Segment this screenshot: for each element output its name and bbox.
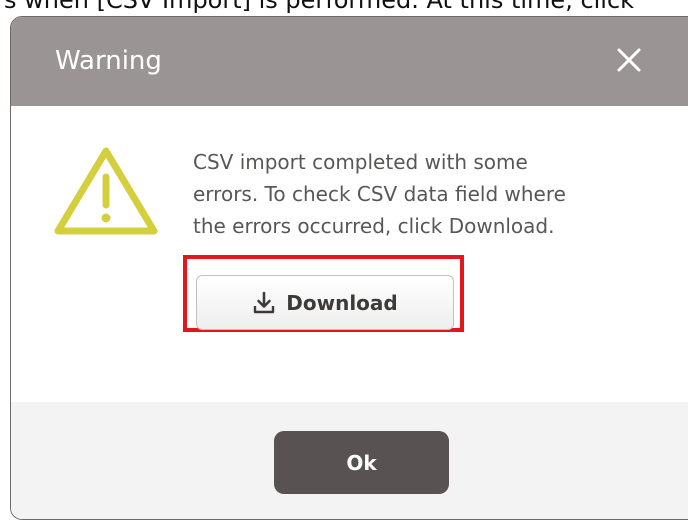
download-button[interactable]: Download [196,275,454,330]
download-icon [254,291,275,313]
download-button-label: Download [286,290,398,315]
dialog-title: Warning [55,46,162,76]
dialog-header: Warning [11,17,688,107]
message-line: errors. To check CSV data field where [193,182,566,206]
message-line: CSV import completed with some [193,150,528,174]
close-icon [617,48,641,72]
ok-button-label: Ok [346,450,377,475]
dialog-footer: Ok [11,402,688,519]
warning-message: CSV import completed with some errors. T… [193,146,653,242]
message-line: the errors occurred, click Download. [193,214,555,238]
dialog-body: CSV import completed with some errors. T… [11,106,688,402]
warning-triangle-icon [54,147,158,235]
warning-dialog: Warning CSV import completed with some e… [10,16,688,520]
screenshot-stage: s when [CSV Import] is performed. At thi… [0,0,688,523]
close-button[interactable] [614,45,644,75]
background-caption-text: s when [CSV Import] is performed. At thi… [4,0,635,14]
ok-button[interactable]: Ok [274,431,449,494]
